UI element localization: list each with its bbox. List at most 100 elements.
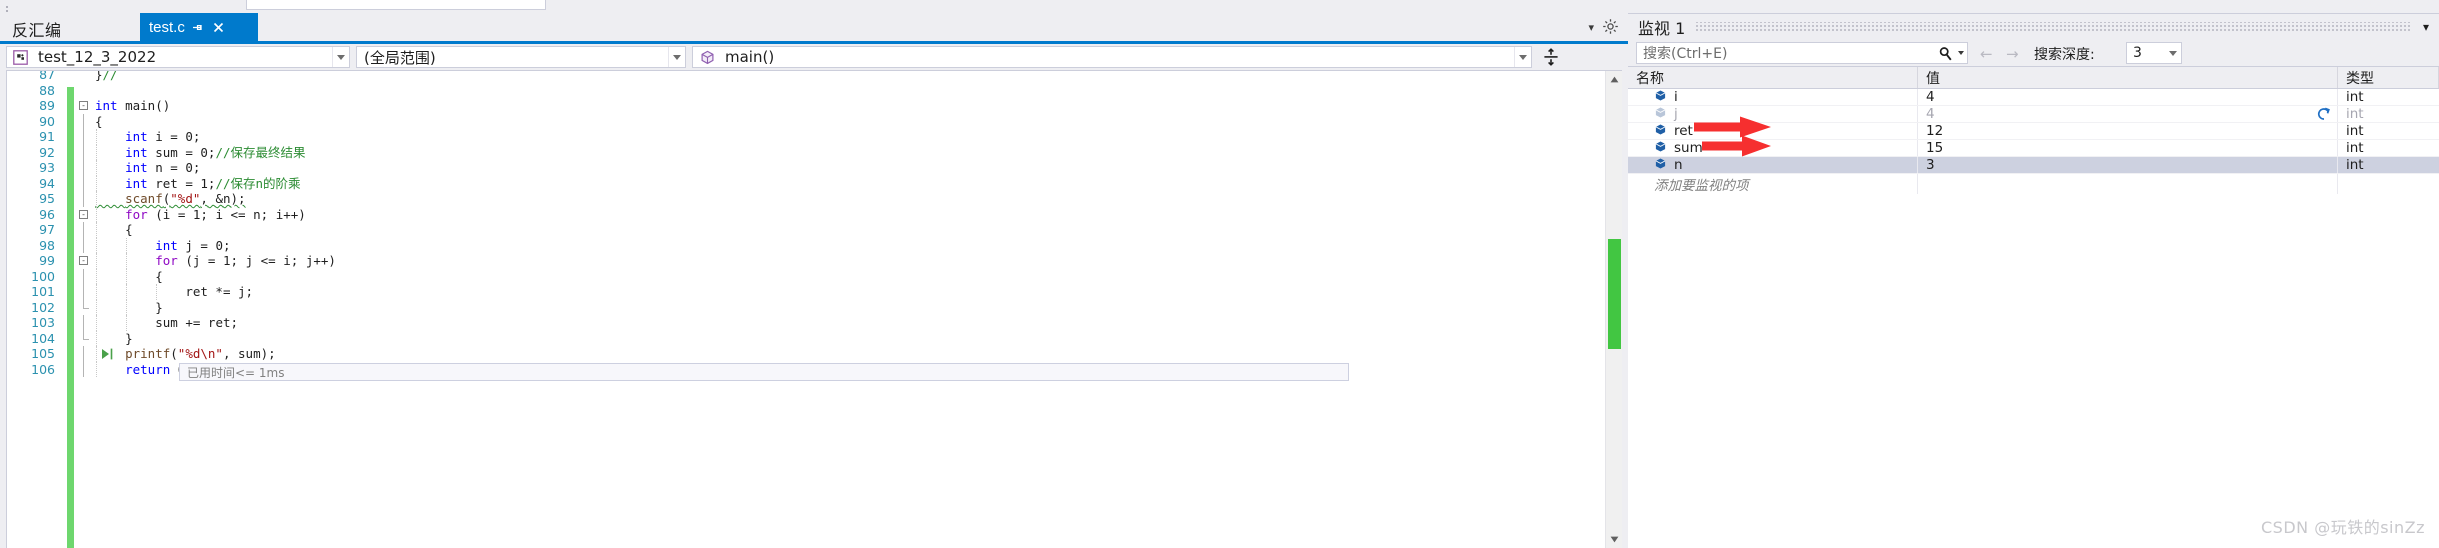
variable-name: n	[1674, 157, 1683, 173]
line-number: 93	[39, 160, 55, 175]
fold-collapse-icon[interactable]: -	[79, 101, 88, 110]
project-combobox[interactable]: test_12_3_2022	[6, 46, 350, 68]
code-line[interactable]: 98 int j = 0;	[7, 237, 1622, 253]
tab-disassembly[interactable]: 反汇编	[12, 17, 62, 41]
fold-region-end	[83, 299, 89, 316]
watch-name-cell[interactable]: i	[1628, 89, 1918, 105]
code-line[interactable]: 88	[7, 83, 1622, 99]
code-line-text: }	[155, 299, 163, 315]
elapsed-time-text: 已用时间<= 1ms	[187, 365, 285, 380]
search-icon[interactable]	[1935, 46, 1955, 61]
variable-icon	[1654, 140, 1667, 157]
line-number: 91	[39, 129, 55, 144]
panel-drag-grip[interactable]	[1695, 21, 2411, 33]
code-line-text: for (i = 1; i <= n; i++)	[125, 206, 306, 222]
variable-type: int	[2346, 106, 2364, 122]
code-line[interactable]: 102 }	[7, 299, 1622, 316]
variable-name: ret	[1674, 123, 1693, 139]
code-line[interactable]: 92 int sum = 0;//保存最终结果	[7, 144, 1622, 160]
code-line[interactable]: 93 int n = 0;	[7, 160, 1622, 176]
code-line[interactable]: 100 {	[7, 268, 1622, 285]
code-line[interactable]: 95 scanf("%d", &n);	[7, 191, 1622, 207]
search-depth-combobox[interactable]: 3	[2126, 42, 2182, 64]
line-number: 94	[39, 175, 55, 191]
column-header-name[interactable]: 名称	[1628, 67, 1918, 88]
watch-panel: 监视 1 ▾ 搜索(Ctrl+E) ← → 搜索深度: 3 名称 值 类型 i …	[1628, 0, 2439, 548]
watermark: CSDN @玩铁的sinZz	[2261, 518, 2425, 537]
close-icon[interactable]	[212, 21, 225, 34]
depth-chevron-down-icon[interactable]	[2165, 51, 2181, 56]
add-item-value-cell	[1918, 174, 2338, 194]
scroll-up-icon[interactable]	[1606, 71, 1622, 88]
fold-collapse-icon[interactable]: -	[79, 209, 88, 219]
watch-value-cell[interactable]: 12	[1918, 123, 2338, 139]
function-chevron-down-icon[interactable]	[1514, 47, 1531, 67]
code-line-text: scanf("%d", &n);	[125, 191, 246, 206]
tab-test-c[interactable]: test.c	[140, 13, 258, 41]
line-number: 87	[39, 70, 55, 82]
tab-label: test.c	[149, 18, 185, 36]
watch-add-item-row[interactable]: 添加要监视的项	[1628, 174, 2439, 194]
code-line[interactable]: 104 }	[7, 330, 1622, 346]
code-line-text: int ret = 1;//保存n的阶乘	[125, 175, 301, 191]
variable-type: int	[2346, 140, 2364, 156]
column-header-type[interactable]: 类型	[2338, 67, 2439, 88]
line-number: 102	[31, 299, 55, 315]
watch-value-cell[interactable]: 4	[1918, 89, 2338, 105]
watch-value-cell[interactable]: 15	[1918, 140, 2338, 156]
code-line-text: for (j = 1; j <= i; j++)	[155, 253, 336, 268]
watch-name-cell[interactable]: sum	[1628, 140, 1918, 156]
search-options-caret-down-icon[interactable]	[1955, 51, 1967, 55]
fold-guide-line	[83, 284, 84, 300]
column-header-value[interactable]: 值	[1918, 67, 2338, 88]
fold-guide-line	[83, 268, 84, 285]
watch-value-cell[interactable]: 4	[1918, 106, 2338, 122]
watch-name-cell[interactable]: n	[1628, 157, 1918, 173]
line-number: 88	[39, 82, 55, 98]
scroll-thumb[interactable]	[1608, 239, 1621, 349]
line-number: 100	[31, 268, 55, 284]
code-line[interactable]: 94 int ret = 1;//保存n的阶乘	[7, 175, 1622, 191]
watch-name-cell[interactable]: ret	[1628, 123, 1918, 139]
toolbar-combobox-stub[interactable]	[246, 0, 546, 10]
scope-chevron-down-icon[interactable]	[668, 47, 685, 67]
editor-pane: 反汇编 test.c ▾ test_12_3_2022 (全局范围) main(…	[0, 0, 1628, 548]
watch-name-cell[interactable]: j	[1628, 106, 1918, 122]
fold-collapse-icon[interactable]: -	[79, 256, 88, 265]
line-number: 105	[31, 346, 55, 361]
code-line[interactable]: 96 - for (i = 1; i <= n; i++)	[7, 206, 1622, 222]
pin-icon[interactable]	[192, 21, 205, 34]
line-number: 99	[39, 253, 55, 268]
watch-row[interactable]: i 4 int	[1628, 89, 2439, 106]
function-combobox[interactable]: main()	[692, 46, 1532, 68]
code-lines-container: 87}//88 89- int main() 90{91 int i = 0; 92 i…	[7, 70, 1622, 381]
code-line[interactable]: 89 - int main()	[7, 98, 1622, 114]
code-line[interactable]: 97 {	[7, 222, 1622, 238]
scope-combobox[interactable]: (全局范围)	[356, 46, 686, 68]
code-line[interactable]: 105 printf("%d\n", sum);	[7, 346, 1622, 362]
watch-value-cell[interactable]: 3	[1918, 157, 2338, 173]
variable-value: 3	[1926, 157, 1935, 173]
search-input[interactable]: 搜索(Ctrl+E)	[1636, 42, 1968, 64]
code-line[interactable]: 101 ret *= j;	[7, 284, 1622, 300]
variable-icon	[1654, 157, 1667, 174]
code-line[interactable]: 87}//	[7, 70, 1622, 83]
tab-overflow-chevron-down-icon[interactable]: ▾	[1588, 21, 1594, 34]
project-chevron-down-icon[interactable]	[332, 47, 349, 67]
fold-guide-line	[83, 191, 84, 207]
split-view-icon[interactable]	[1540, 46, 1562, 68]
code-line[interactable]: 91 int i = 0;	[7, 129, 1622, 145]
search-next-arrow-right-icon[interactable]: →	[2006, 45, 2019, 63]
code-line[interactable]: 90 {	[7, 113, 1622, 130]
code-editor-surface[interactable]: 87}//88 89- int main() 90{91 int i = 0; 92 i…	[6, 70, 1622, 548]
code-line[interactable]: 99 - for (j = 1; j <= i; j++)	[7, 253, 1622, 269]
search-prev-arrow-left-icon[interactable]: ←	[1980, 45, 1993, 63]
scroll-down-icon[interactable]	[1606, 531, 1622, 548]
line-number: 104	[31, 330, 55, 346]
code-line-text: sum += ret;	[155, 315, 239, 330]
gear-icon[interactable]	[1602, 18, 1619, 40]
panel-chevron-down-icon[interactable]: ▾	[2423, 20, 2429, 34]
code-line[interactable]: 103 sum += ret;	[7, 315, 1622, 331]
editor-vertical-scrollbar[interactable]	[1605, 71, 1622, 548]
line-number: 101	[31, 284, 55, 299]
